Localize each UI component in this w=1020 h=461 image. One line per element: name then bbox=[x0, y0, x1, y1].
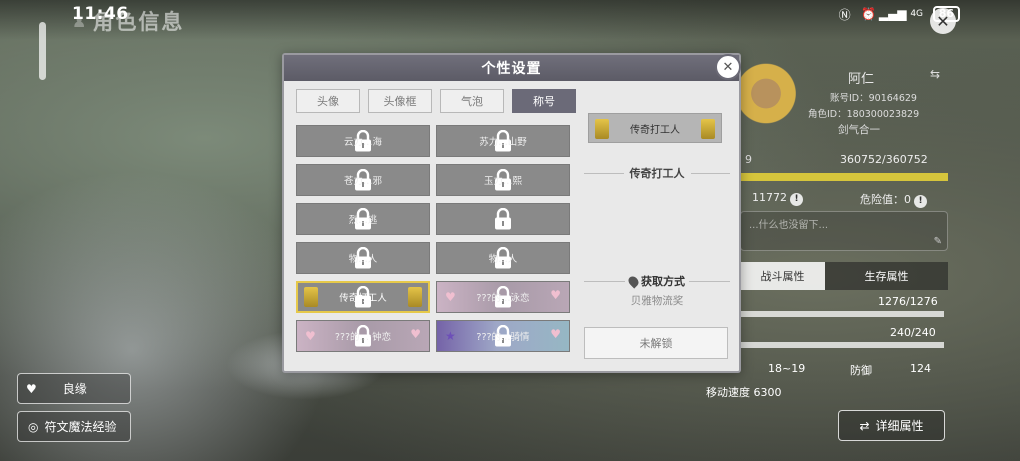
hp-total: 360752/360752 bbox=[840, 153, 928, 166]
hearts-icon: ♥ bbox=[26, 381, 37, 396]
title-option-label: ???的…骑情 bbox=[476, 332, 530, 343]
swap-arrows-icon: ⇄ bbox=[859, 418, 870, 433]
title-grid: 云力…海 苏力…山野苍力…邪 玉力…熙烈…逃物…人 物…人传奇打工人 ♥ ♥ ???的…泳恋… bbox=[296, 125, 572, 357]
tab-avatar-frame[interactable]: 头像框 bbox=[368, 89, 432, 113]
stat-value-b: 240/240 bbox=[890, 326, 936, 339]
heart-icon: ♥ bbox=[550, 327, 561, 341]
obtain-method-row: 获取方式 bbox=[584, 273, 730, 289]
title-option[interactable]: 物…人 bbox=[436, 242, 570, 274]
lock-icon bbox=[493, 207, 513, 230]
title-option[interactable]: ♥ ♥ ???的…·钟恋 bbox=[296, 320, 430, 352]
heart-icon: ★ bbox=[445, 329, 456, 343]
unlock-button[interactable]: 未解锁 bbox=[584, 327, 728, 359]
divider bbox=[690, 172, 730, 174]
obtain-method-label: 获取方式 bbox=[626, 273, 685, 289]
title-option[interactable]: ♥ ♥ ???的…泳恋 bbox=[436, 281, 570, 313]
move-speed: 移动速度 6300 bbox=[706, 386, 782, 399]
danger-row: 危险值：0! bbox=[860, 191, 927, 208]
title-option[interactable]: ★ ♥ ???的…骑情 bbox=[436, 320, 570, 352]
badge-corner-icon bbox=[701, 119, 715, 139]
title-option-label: 云力…海 bbox=[343, 137, 382, 148]
tab-survival[interactable]: 生存属性 bbox=[825, 262, 948, 290]
dialog-title: 个性设置 bbox=[481, 61, 542, 77]
preview-badge: 传奇打工人 bbox=[588, 113, 722, 143]
title-option-label: 物…人 bbox=[488, 254, 518, 265]
signature-field[interactable]: ...什么也没留下... ✎ bbox=[740, 211, 948, 251]
stat-bar-b bbox=[740, 342, 944, 348]
title-option-label: 玉力…熙 bbox=[483, 176, 522, 187]
alarm-icon: ⏰ bbox=[861, 7, 877, 21]
title-option[interactable]: 烈…逃 bbox=[296, 203, 430, 235]
clock: 11:46 bbox=[72, 4, 129, 24]
title-option-label: ???的…泳恋 bbox=[476, 293, 530, 304]
exp-bar bbox=[740, 173, 948, 181]
close-icon: ✕ bbox=[722, 59, 734, 75]
level-value: 9 bbox=[745, 153, 752, 166]
defense-label: 防御 bbox=[850, 364, 872, 377]
title-option[interactable]: 传奇打工人 bbox=[296, 281, 430, 313]
signal-icon: ▂▄▆ bbox=[878, 7, 907, 21]
fate-button[interactable]: ♥ 良缘 bbox=[17, 373, 131, 404]
title-option[interactable]: 云力…海 bbox=[296, 125, 430, 157]
title-option-label: 传奇打工人 bbox=[339, 293, 387, 304]
rune-exp-button[interactable]: ◎ 符文魔法经验 bbox=[17, 411, 131, 442]
tab-battle[interactable]: 战斗属性 bbox=[740, 262, 825, 290]
defense-value: 124 bbox=[910, 362, 931, 375]
title-option-label: 物…人 bbox=[348, 254, 378, 265]
pencil-icon[interactable]: ✎ bbox=[934, 236, 942, 247]
personalization-dialog: 个性设置 ✕ 头像 头像框 气泡 称号 云力…海 苏力…山野苍力…邪 玉力…熙烈…逃… bbox=[282, 53, 741, 373]
title-option[interactable]: 苍力…邪 bbox=[296, 164, 430, 196]
selected-title-name: 传奇打工人 bbox=[629, 167, 685, 180]
title-option-label: 烈…逃 bbox=[348, 215, 378, 226]
4g-icon: 4G bbox=[910, 9, 924, 19]
selected-title-row: 传奇打工人 bbox=[584, 165, 730, 181]
help-icon[interactable]: ! bbox=[790, 193, 803, 206]
tab-bubble[interactable]: 气泡 bbox=[440, 89, 504, 113]
title-option[interactable]: 玉力…熙 bbox=[436, 164, 570, 196]
swap-icon[interactable]: ⇆ bbox=[930, 67, 940, 81]
close-dialog-button[interactable]: ✕ bbox=[715, 54, 741, 80]
guild-name: 剑气合一 bbox=[838, 124, 880, 136]
heart-icon: ♥ bbox=[550, 288, 561, 302]
rune-icon: ◎ bbox=[28, 419, 39, 434]
title-option[interactable]: 物…人 bbox=[296, 242, 430, 274]
obtain-method-text: 贝雅物流奖 bbox=[630, 295, 684, 307]
divider bbox=[584, 280, 625, 282]
dialog-header: 个性设置 bbox=[284, 55, 739, 81]
stat-bar-a bbox=[740, 311, 944, 317]
avatar[interactable] bbox=[736, 62, 796, 132]
heart-icon: ♥ bbox=[305, 329, 316, 343]
location-pin-icon bbox=[626, 273, 641, 289]
heart-icon: ♥ bbox=[445, 290, 456, 304]
badge-corner-icon bbox=[595, 119, 609, 139]
detail-stats-button[interactable]: ⇄ 详细属性 bbox=[838, 410, 945, 441]
help-icon[interactable]: ! bbox=[914, 195, 927, 208]
role-id: 角色ID：180300023829 bbox=[808, 109, 920, 120]
nfc-icon: Ⓝ bbox=[838, 7, 851, 22]
dialog-tabs: 头像 头像框 气泡 称号 bbox=[296, 89, 576, 113]
title-option[interactable] bbox=[436, 203, 570, 235]
side-drawer-handle[interactable] bbox=[39, 22, 46, 80]
stat-value-a: 1276/1276 bbox=[878, 295, 938, 308]
attack-range: 18~19 bbox=[768, 362, 806, 375]
title-option-label: 苍力…邪 bbox=[343, 176, 382, 187]
divider bbox=[584, 172, 624, 174]
tab-avatar[interactable]: 头像 bbox=[296, 89, 360, 113]
tab-title[interactable]: 称号 bbox=[512, 89, 576, 113]
badge-corner-icon bbox=[304, 287, 318, 307]
account-id: 账号ID：90164629 bbox=[830, 93, 917, 104]
character-name: 阿仁 bbox=[848, 72, 875, 87]
title-option-label: ???的…·钟恋 bbox=[334, 332, 392, 343]
divider bbox=[689, 280, 730, 282]
heart-icon: ♥ bbox=[410, 327, 421, 341]
title-option-label: 苏力…山野 bbox=[479, 137, 527, 148]
status-bar: 11:46 Ⓝ ⏰ ▂▄▆ 4G 86 bbox=[0, 0, 1020, 28]
title-option[interactable]: 苏力…山野 bbox=[436, 125, 570, 157]
gold-row: 11772! bbox=[752, 191, 803, 206]
close-page-icon[interactable]: ✕ bbox=[930, 8, 956, 34]
badge-corner-icon bbox=[408, 287, 422, 307]
